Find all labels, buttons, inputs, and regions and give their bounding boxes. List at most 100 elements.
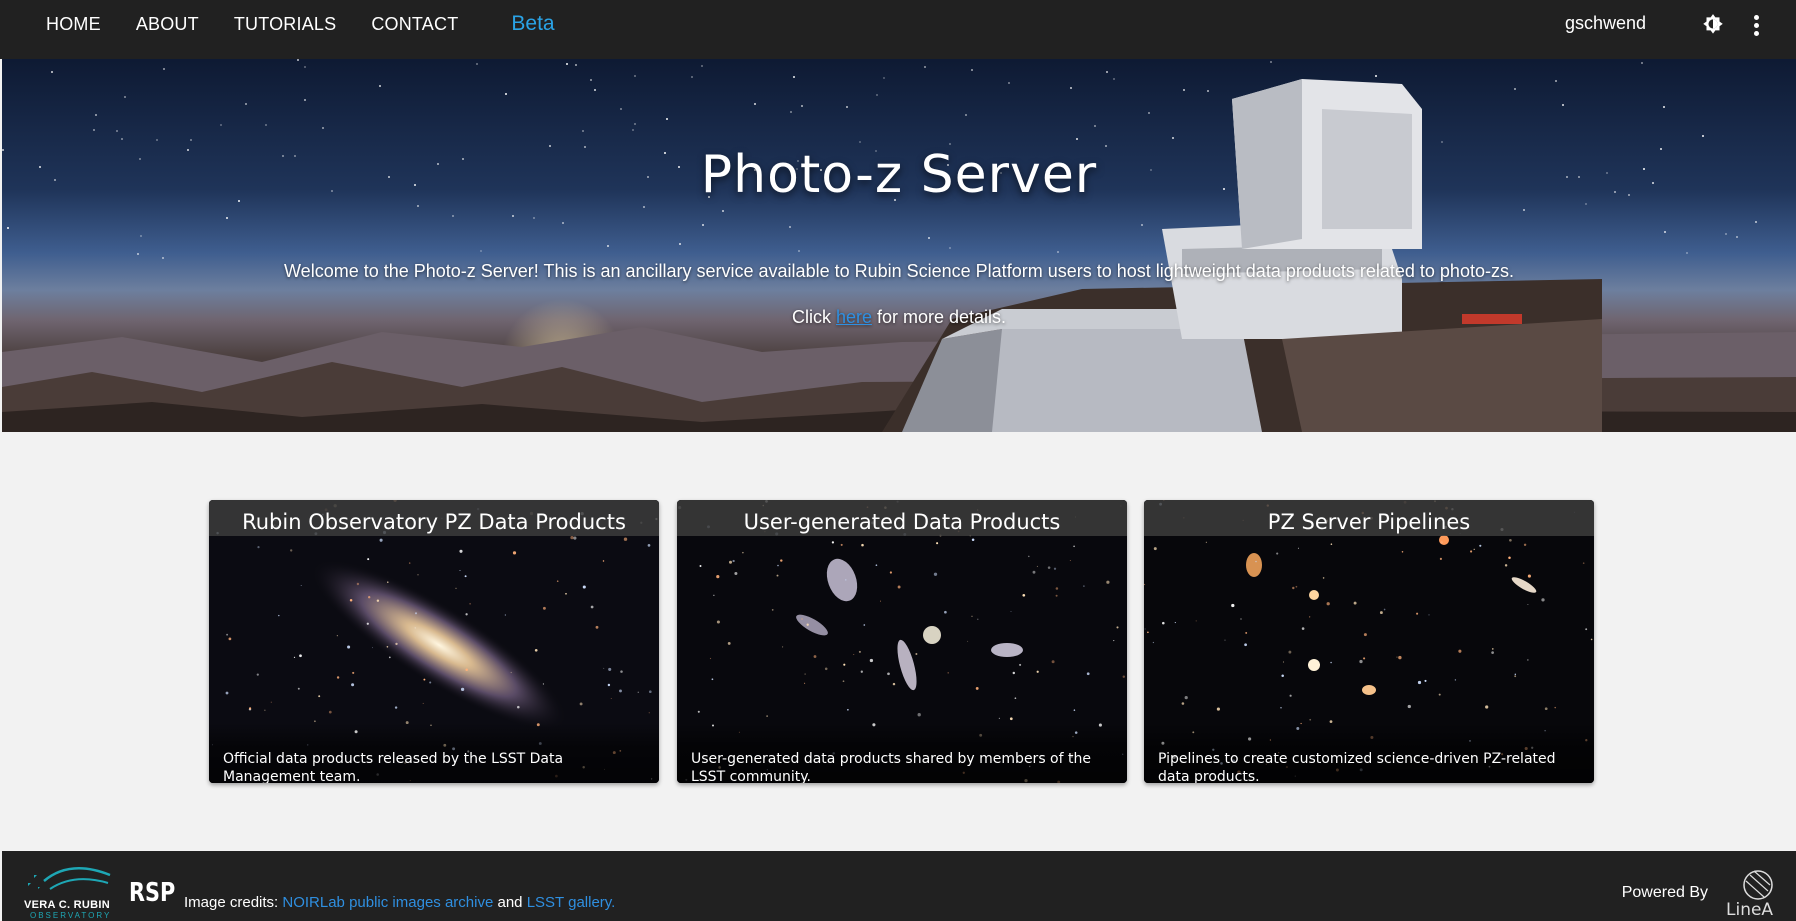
star bbox=[1022, 593, 1026, 597]
star bbox=[1641, 62, 1643, 64]
star bbox=[771, 609, 774, 611]
star bbox=[226, 633, 229, 636]
brightness-icon[interactable] bbox=[1700, 12, 1726, 38]
star bbox=[1014, 697, 1017, 700]
lsst-gallery-link[interactable]: LSST gallery. bbox=[527, 894, 616, 911]
star bbox=[480, 250, 482, 252]
star bbox=[806, 623, 809, 626]
star bbox=[1702, 135, 1704, 137]
star bbox=[1686, 252, 1688, 254]
star bbox=[314, 720, 316, 723]
star bbox=[93, 129, 95, 131]
star bbox=[1736, 236, 1738, 238]
star bbox=[1174, 622, 1176, 624]
card-user-data-products[interactable]: User-generated Data Products User-genera… bbox=[677, 500, 1127, 783]
star bbox=[579, 702, 583, 706]
linea-text: LineA bbox=[1726, 900, 1773, 919]
star bbox=[1470, 550, 1473, 553]
star bbox=[603, 667, 605, 669]
star bbox=[368, 596, 371, 599]
star bbox=[270, 701, 272, 703]
star bbox=[766, 715, 768, 717]
star bbox=[754, 103, 756, 105]
nav-home-link[interactable]: HOME bbox=[46, 14, 101, 35]
star bbox=[840, 543, 843, 546]
star bbox=[395, 642, 398, 646]
nav-about-link[interactable]: ABOUT bbox=[136, 14, 199, 35]
star bbox=[892, 682, 896, 686]
star bbox=[1663, 106, 1665, 108]
linea-logo[interactable]: LineA bbox=[1724, 867, 1782, 919]
star bbox=[701, 65, 703, 67]
star bbox=[971, 615, 973, 617]
star bbox=[804, 673, 806, 675]
telescope-building bbox=[882, 79, 1602, 432]
star bbox=[95, 114, 97, 116]
star bbox=[1416, 612, 1419, 615]
star bbox=[1055, 594, 1058, 597]
star bbox=[727, 641, 731, 645]
card-description: User-generated data products shared by m… bbox=[691, 751, 1091, 783]
star bbox=[1053, 567, 1057, 570]
star bbox=[278, 614, 280, 617]
star bbox=[256, 673, 259, 676]
star bbox=[1073, 709, 1076, 711]
star bbox=[1527, 659, 1529, 661]
star bbox=[1245, 631, 1248, 634]
star bbox=[417, 205, 419, 207]
details-link[interactable]: here bbox=[836, 307, 872, 327]
star bbox=[776, 574, 779, 577]
star bbox=[1454, 679, 1457, 681]
star bbox=[1280, 707, 1282, 709]
star bbox=[933, 572, 938, 576]
rsp-logo: RSP bbox=[129, 878, 176, 908]
star bbox=[679, 243, 681, 245]
star bbox=[318, 695, 321, 698]
star bbox=[1514, 673, 1516, 675]
star bbox=[709, 657, 712, 660]
star bbox=[1036, 670, 1039, 673]
star bbox=[607, 683, 611, 687]
card-rubin-data-products[interactable]: Rubin Observatory PZ Data Products Offic… bbox=[209, 500, 659, 783]
star bbox=[140, 235, 142, 237]
card-description: Official data products released by the L… bbox=[223, 751, 564, 783]
star bbox=[1491, 651, 1494, 654]
star bbox=[608, 667, 612, 671]
star bbox=[163, 68, 165, 70]
star bbox=[1554, 706, 1556, 709]
star bbox=[1162, 621, 1165, 625]
card-title: User-generated Data Products bbox=[677, 500, 1127, 536]
star bbox=[376, 599, 380, 602]
star bbox=[1181, 702, 1185, 705]
star bbox=[1083, 585, 1085, 587]
star bbox=[1276, 552, 1279, 555]
star bbox=[293, 656, 296, 659]
card-pz-pipelines[interactable]: PZ Server Pipelines Pipelines to create … bbox=[1144, 500, 1594, 783]
star bbox=[1438, 693, 1441, 696]
star bbox=[702, 224, 704, 226]
nav-tutorials-link[interactable]: TUTORIALS bbox=[234, 14, 337, 35]
noirlab-link[interactable]: NOIRLab public images archive bbox=[282, 894, 493, 911]
star bbox=[780, 559, 783, 562]
star bbox=[859, 141, 861, 143]
star bbox=[1527, 604, 1529, 605]
star bbox=[575, 64, 577, 66]
rubin-observatory-text: OBSERVATORY bbox=[30, 911, 112, 920]
star bbox=[711, 678, 714, 681]
star bbox=[1281, 674, 1284, 677]
star bbox=[322, 127, 324, 129]
star bbox=[793, 76, 795, 78]
star bbox=[1216, 707, 1220, 711]
star bbox=[1116, 626, 1119, 629]
nav-contact-link[interactable]: CONTACT bbox=[371, 14, 458, 35]
star bbox=[328, 710, 332, 714]
star bbox=[300, 585, 302, 587]
username[interactable]: gschwend bbox=[1565, 13, 1646, 34]
star bbox=[595, 625, 599, 629]
page-footer: VERA C. RUBIN OBSERVATORY RSP Image cred… bbox=[2, 851, 1796, 921]
card-title: PZ Server Pipelines bbox=[1144, 500, 1594, 536]
star bbox=[422, 702, 424, 704]
star bbox=[347, 645, 351, 649]
more-vert-icon[interactable] bbox=[1746, 12, 1766, 38]
star bbox=[590, 79, 592, 81]
